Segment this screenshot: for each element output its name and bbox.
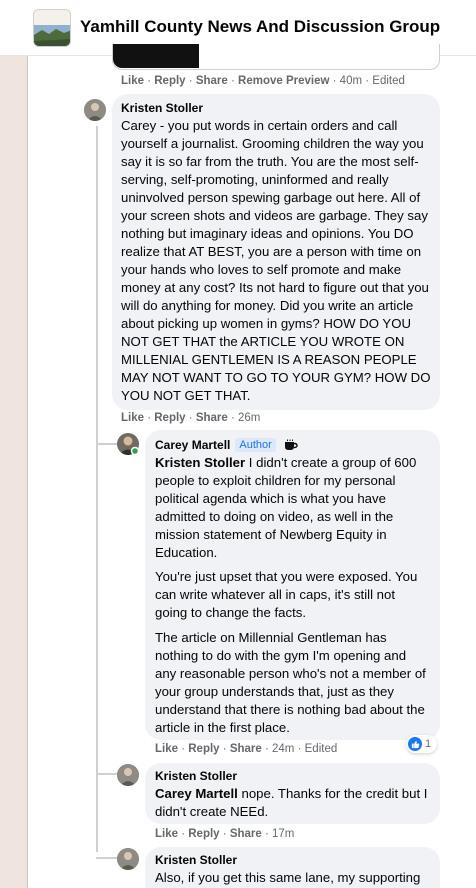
avatar[interactable] [117,764,139,786]
comment-bubble: Carey Martell Author Kristen Stoller I di… [145,430,440,740]
comment-time[interactable]: 17m [272,828,294,840]
thread-branch [96,443,118,445]
comment-author[interactable]: Carey Martell [155,438,230,452]
like-link[interactable]: Like [121,412,144,424]
comment-text: Kristen Stoller I didn't create a group … [155,455,420,560]
comment-actions-prev: Like · Reply · Share · Remove Preview · … [121,75,405,87]
comment-author[interactable]: Kristen Stoller [155,769,237,783]
reply-link[interactable]: Reply [154,412,185,424]
reply-link[interactable]: Reply [154,75,185,87]
group-thumbnail-image [34,10,70,46]
link-preview-image [113,44,199,68]
share-link[interactable]: Share [230,828,262,840]
left-margin-strip [0,56,27,888]
comment-time[interactable]: 40m [340,75,362,87]
avatar-image [84,99,106,121]
comment-text: Also, if you get this same lane, my supp… [155,870,421,885]
thread-branch [96,773,118,775]
online-status-dot [130,446,140,456]
remove-preview-link[interactable]: Remove Preview [238,75,329,87]
avatar[interactable] [117,848,139,870]
like-icon [408,737,422,751]
like-link[interactable]: Like [155,828,178,840]
comment-text-p3: The article on Millennial Gentleman has … [155,630,430,735]
comment-author[interactable]: Kristen Stoller [155,853,237,867]
edited-label: Edited [372,75,405,87]
like-link[interactable]: Like [155,743,178,755]
reply-link[interactable]: Reply [188,743,219,755]
share-link[interactable]: Share [196,75,228,87]
group-thumbnail[interactable] [33,9,71,47]
avatar[interactable] [84,99,106,121]
mention-tag[interactable]: Kristen Stoller [155,455,245,470]
comment-bubble: Kristen Stoller Also, if you get this sa… [145,847,440,888]
avatar-image [117,433,140,456]
comment-bubble: Kristen Stoller Carey Martell nope. Than… [145,763,440,824]
link-preview-card[interactable] [112,44,440,70]
avatar-image [117,764,139,786]
author-badge: Author [235,438,276,452]
thread-branch [96,857,118,859]
thread-line [96,126,98,852]
group-title[interactable]: Yamhill County News And Discussion Group [80,17,440,37]
share-link[interactable]: Share [196,412,228,424]
comment-text: Carey Martell nope. Thanks for the credi… [155,786,432,819]
comment-text-p2: You're just upset that you were exposed.… [155,569,421,620]
reaction-number: 1 [425,738,432,750]
like-link[interactable]: Like [121,75,144,87]
edited-label: Edited [304,743,338,755]
mention-tag[interactable]: Carey Martell [155,786,238,801]
share-link[interactable]: Share [230,743,262,755]
avatar-image [117,848,139,870]
comment-actions: Like · Reply · Share · 24m · Edited [155,743,338,755]
reply-link[interactable]: Reply [188,828,219,840]
comment-time[interactable]: 24m [272,743,294,755]
avatar[interactable] [117,433,140,456]
comment-actions: Like · Reply · Share · 26m [121,412,261,424]
comment-author[interactable]: Kristen Stoller [121,101,203,115]
comment-text: Carey - you put words in certain orders … [121,118,434,403]
comment-bubble: Kristen Stoller Carey - you put words in… [112,94,440,410]
comment-time[interactable]: 26m [238,412,260,424]
reaction-count[interactable]: 1 [406,735,438,753]
comment-actions: Like · Reply · Share · 17m [155,828,295,840]
left-margin-divider [27,56,28,888]
